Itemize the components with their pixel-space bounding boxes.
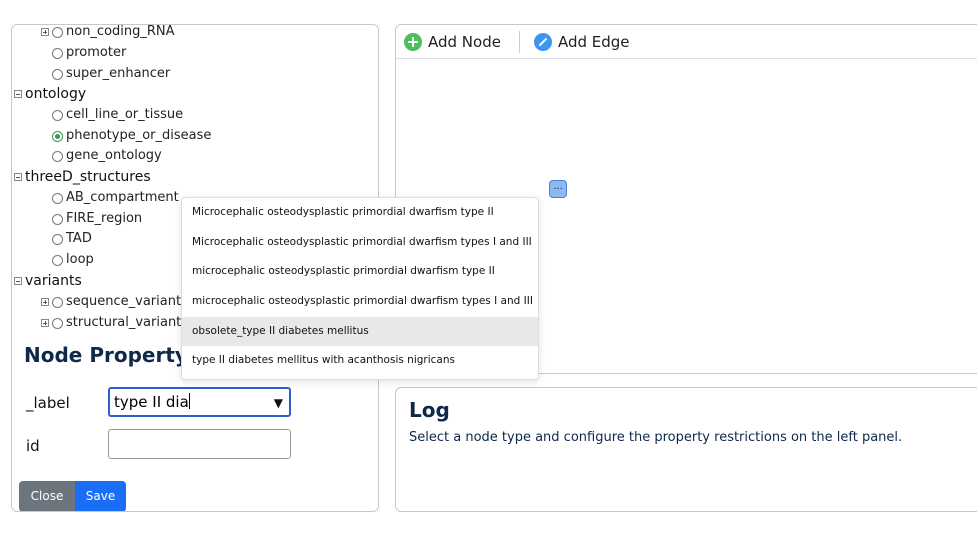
expand-icon[interactable] [41, 298, 49, 306]
tree-item-label: variants [25, 273, 82, 289]
tree-item[interactable]: super_enhancer [52, 64, 170, 84]
dropdown-option[interactable]: microcephalic osteodysplastic primordial… [182, 257, 538, 287]
tree-category[interactable]: threeD_structures [14, 167, 151, 187]
radio-button[interactable] [52, 47, 63, 59]
tree-item-label: super_enhancer [66, 66, 171, 81]
tree-item[interactable]: TAD [52, 229, 92, 249]
add-node-button[interactable]: Add Node [404, 32, 501, 51]
add-edge-button[interactable]: Add Edge [533, 32, 630, 51]
edge-link-icon [533, 32, 552, 51]
dropdown-option[interactable]: type II diabetes mellitus with acanthosi… [182, 346, 538, 376]
tree-item-label: cell_line_or_tissue [66, 107, 184, 122]
text-cursor [188, 393, 190, 409]
label-select-value: type II dia [114, 393, 189, 411]
radio-button[interactable] [52, 150, 63, 162]
dropdown-option[interactable]: obsolete_type II diabetes mellitus [182, 316, 538, 347]
expand-icon[interactable] [41, 319, 49, 327]
radio-button[interactable] [52, 26, 63, 38]
tree-item-label: non_coding_RNA [66, 24, 175, 39]
tree-item-label: loop [66, 252, 94, 267]
radio-button[interactable] [52, 254, 63, 266]
radio-button[interactable] [52, 130, 63, 142]
radio-button[interactable] [52, 109, 63, 121]
dropdown-option[interactable]: microcephalic osteodysplastic primordial… [182, 287, 538, 317]
add-node-label: Add Node [428, 32, 501, 51]
tree-item[interactable]: sequence_variant [41, 292, 181, 312]
collapse-icon[interactable] [14, 173, 22, 181]
tree-item[interactable]: promoter [52, 43, 126, 63]
save-button[interactable]: Save [75, 481, 126, 511]
tree-item[interactable]: phenotype_or_disease [52, 126, 211, 146]
tree-item-label: FIRE_region [66, 211, 143, 226]
tree-item-label: structural_variant [66, 315, 182, 330]
label-field-label: _label [26, 394, 70, 412]
id-input[interactable] [108, 429, 291, 459]
log-message: Select a node type and configure the pro… [409, 430, 903, 445]
dropdown-option[interactable]: Microcephalic osteodysplastic primordial… [182, 228, 538, 258]
radio-button[interactable] [52, 192, 63, 204]
node-property-title: Node Property [24, 343, 188, 367]
tree-item-label: ontology [25, 86, 87, 102]
tree-item-label: threeD_structures [25, 169, 151, 185]
id-field-label: id [26, 437, 40, 455]
graph-node[interactable]: ... [549, 180, 567, 198]
log-panel: Log Select a node type and configure the… [395, 387, 977, 512]
graph-toolbar: Add Node Add Edge [396, 25, 977, 59]
expand-icon[interactable] [41, 28, 49, 36]
collapse-icon[interactable] [14, 277, 22, 285]
tree-item[interactable]: AB_compartment [52, 188, 179, 208]
radio-button[interactable] [52, 296, 63, 308]
label-select[interactable]: type II dia ▼ [108, 387, 291, 417]
tree-item-label: TAD [66, 231, 92, 246]
tree-item[interactable]: cell_line_or_tissue [52, 105, 183, 125]
radio-button[interactable] [52, 317, 63, 329]
tree-item[interactable]: non_coding_RNA [41, 24, 175, 42]
tree-item-label: phenotype_or_disease [66, 128, 212, 143]
tree-item-label: AB_compartment [66, 190, 179, 205]
close-button[interactable]: Close [19, 481, 75, 511]
log-title: Log [409, 398, 450, 422]
tree-item-label: promoter [66, 45, 127, 60]
chevron-down-icon[interactable]: ▼ [274, 389, 283, 417]
plus-circle-icon [404, 32, 422, 51]
radio-button[interactable] [52, 233, 63, 245]
add-edge-label: Add Edge [557, 32, 630, 51]
dropdown-option[interactable]: Microcephalic osteodysplastic primordial… [182, 198, 538, 228]
tree-category[interactable]: variants [14, 271, 82, 291]
toolbar-divider [518, 30, 520, 53]
radio-button[interactable] [52, 213, 63, 225]
tree-item[interactable]: FIRE_region [52, 209, 142, 229]
tree-item[interactable]: structural_variant [41, 313, 181, 333]
label-autocomplete-dropdown: Microcephalic osteodysplastic primordial… [181, 197, 539, 380]
tree-item[interactable]: loop [52, 250, 94, 270]
tree-item[interactable]: gene_ontology [52, 146, 162, 166]
tree-item-label: gene_ontology [66, 148, 162, 163]
collapse-icon[interactable] [14, 90, 22, 98]
radio-button[interactable] [52, 68, 63, 80]
tree-category[interactable]: ontology [14, 84, 86, 104]
tree-item-label: sequence_variant [66, 294, 182, 309]
